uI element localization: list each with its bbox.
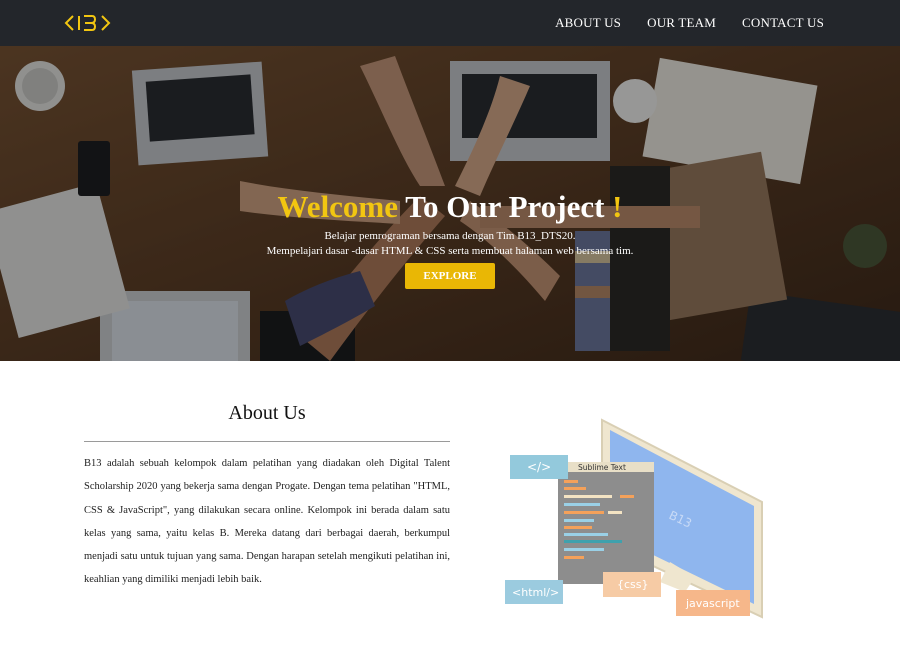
javascript-tag: javascript [685,597,740,610]
hero-title-main: To Our Project [398,189,613,224]
about-us-description: B13 adalah sebuah kelompok dalam pelatih… [84,458,450,586]
nav-link-our-team[interactable]: OUR TEAM [647,15,716,31]
css-tag: {css} [617,578,649,591]
nav-link-contact-us[interactable]: CONTACT US [742,15,824,31]
hero-title-accent: Welcome [277,189,399,224]
hero-section: Welcome To Our Project ! Belajar pemrogr… [0,46,900,361]
about-us-title: About Us [228,402,306,424]
hero-title: Welcome To Our Project ! [0,186,900,228]
code-tag: </> [527,460,551,474]
navbar: ABOUT US OUR TEAM CONTACT US [0,0,900,46]
explore-button[interactable]: EXPLORE [405,263,495,289]
about-us-divider [84,441,450,442]
hero-title-exclamation: ! [612,189,623,224]
nav-link-about-us[interactable]: ABOUT US [555,15,621,31]
hero-subtitle-line-2: Mempelajari dasar -dasar HTML & CSS sert… [266,245,634,257]
coding-illustration: B13 Sublime Text </> {css} <html/> javas… [505,418,763,619]
html-tag: <html/> [512,586,559,599]
b13-logo[interactable] [64,13,112,33]
hero-subtitle-line-1: Belajar pemrograman bersama dengan Tim B… [324,230,576,242]
hero-content: Welcome To Our Project ! Belajar pemrogr… [0,186,900,289]
editor-window-title: Sublime Text [578,463,626,472]
nav-links: ABOUT US OUR TEAM CONTACT US [555,15,824,31]
